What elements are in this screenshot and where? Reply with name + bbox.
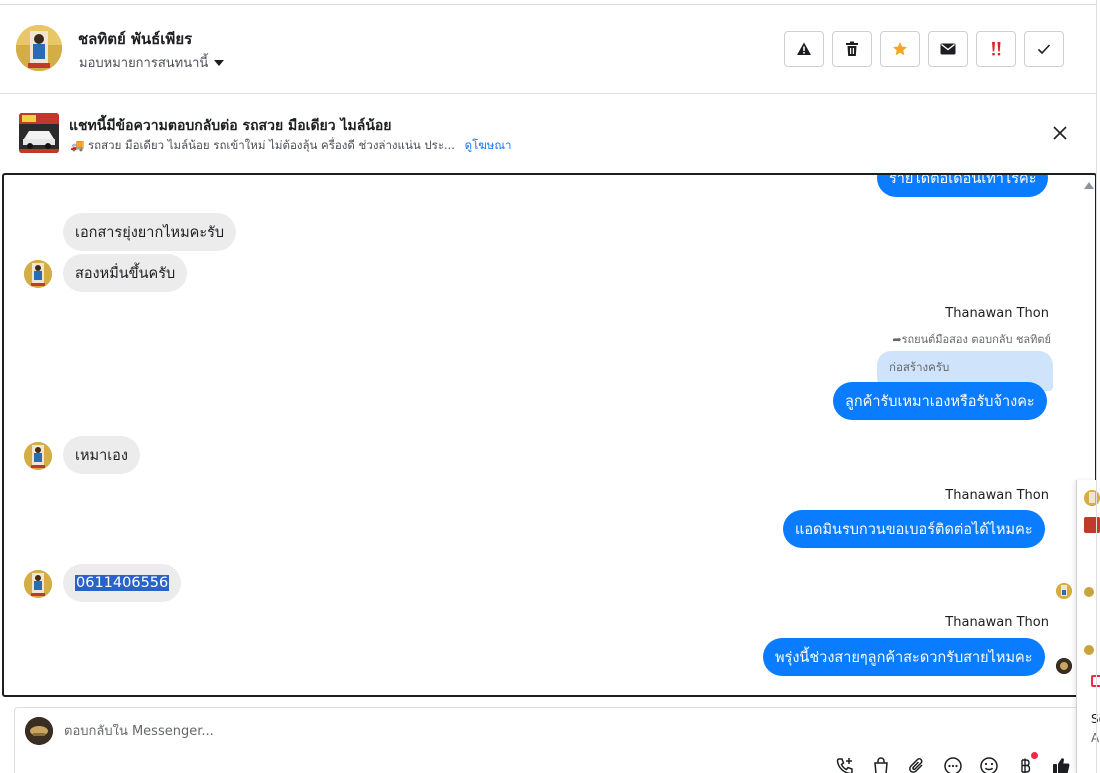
delete-button[interactable] — [832, 31, 872, 67]
message-outgoing[interactable]: รายได้ต่อเดือนเท่าไรคะ — [877, 173, 1049, 197]
message-outgoing[interactable]: ลูกค้ารับเหมาเองหรือรับจ้างคะ — [833, 382, 1047, 420]
call-add-icon — [836, 758, 853, 773]
contact-avatar[interactable] — [16, 25, 62, 71]
contact-avatar-small — [24, 570, 52, 598]
sender-name: Thanawan Thon — [945, 615, 1049, 630]
message-incoming-phone[interactable]: 0611406556 — [63, 564, 182, 602]
trash-icon — [846, 41, 858, 56]
message-text: แอดมินรบกวนขอเบอร์ติดต่อได้ไหมคะ — [795, 521, 1033, 538]
contact-name[interactable]: ชลทิตย์ พันธ์เพียร — [78, 27, 192, 51]
mail-icon — [940, 43, 956, 55]
reply-note-text: รถยนต์มือสอง ตอบกลับ ชลทิตย์ — [901, 333, 1051, 346]
report-button[interactable] — [784, 31, 824, 67]
star-button[interactable] — [880, 31, 920, 67]
scroll-up-arrow-icon[interactable] — [1084, 182, 1094, 189]
close-icon — [1053, 126, 1067, 140]
like-button[interactable] — [1051, 756, 1071, 773]
message-outgoing[interactable]: พรุ่งนี้ช่วงสายๆลูกค้าสะดวกรับสายไหมคะ — [763, 638, 1045, 676]
page-avatar-read-receipt — [1056, 658, 1072, 674]
page-avatar — [25, 717, 53, 745]
assign-label: มอบหมายการสนทนานี้ — [79, 56, 209, 71]
star-icon — [893, 42, 907, 56]
message-incoming[interactable]: เหมาเอง — [63, 436, 140, 474]
assign-conversation-dropdown[interactable]: มอบหมายการสนทนานี้ — [79, 52, 225, 73]
ad-description: 🚚 รถสวย มือเดียว ไมล์น้อย รถเข้าใหม่ ไม่… — [70, 138, 455, 152]
conversation-actions — [784, 31, 1064, 67]
close-banner-button[interactable] — [1050, 123, 1070, 143]
saved-replies-button[interactable] — [943, 756, 963, 773]
mark-unread-button[interactable] — [928, 31, 968, 67]
caret-down-icon — [214, 60, 225, 66]
check-icon — [1037, 44, 1051, 55]
message-text: เอกสารยุ่งยากไหมคะรับ — [75, 224, 225, 241]
message-incoming[interactable]: เอกสารยุ่งยากไหมคะรับ — [63, 213, 237, 251]
contact-avatar-small — [24, 442, 52, 470]
payment-button[interactable] — [1015, 752, 1038, 773]
shop-button[interactable] — [871, 756, 891, 773]
phone-number-selected[interactable]: 0611406556 — [75, 575, 170, 591]
warning-icon — [797, 42, 811, 55]
thread-thumbnail — [1084, 517, 1100, 533]
messenger-inbox: ชลทิตย์ พันธ์เพียร มอบหมายการสนทนานี้ แช… — [0, 0, 1100, 773]
thread-avatar — [1084, 645, 1094, 655]
seen-avatar — [1056, 583, 1072, 599]
thread-avatar — [1084, 490, 1100, 506]
ellipsis-bubble-icon — [944, 757, 962, 773]
spam-icon — [992, 42, 1001, 56]
quoted-text: ก่อสร้างครับ — [889, 360, 950, 374]
message-text: สองหมื่นขึ้นครับ — [75, 265, 176, 282]
ad-thumbnail[interactable] — [19, 113, 59, 153]
mark-done-button[interactable] — [1024, 31, 1064, 67]
message-text: พรุ่งนี้ช่วงสายๆลูกค้าสะดวกรับสายไหมคะ — [775, 649, 1033, 666]
right-divider — [1096, 0, 1097, 773]
paperclip-icon — [909, 758, 923, 773]
message-text: เหมาเอง — [75, 447, 128, 464]
ad-title: แชทนี้มีข้อความตอบกลับต่อ รถสวย มือเดียว… — [69, 118, 392, 134]
ad-subtitle: 🚚 รถสวย มือเดียว ไมล์น้อย รถเข้าใหม่ ไม่… — [70, 137, 512, 155]
message-thread[interactable]: รายได้ต่อเดือนเท่าไรคะ เอกสารยุ่งยากไหมค… — [2, 173, 1097, 697]
mark-spam-button[interactable] — [976, 31, 1016, 67]
contact-avatar-small — [24, 260, 52, 288]
message-outgoing[interactable]: แอดมินรบกวนขอเบอร์ติดต่อได้ไหมคะ — [783, 510, 1045, 548]
message-text: รายได้ต่อเดือนเท่าไรคะ — [889, 173, 1037, 187]
conversation-header: ชลทิตย์ พันธ์เพียร มอบหมายการสนทนานี้ — [0, 5, 1096, 94]
call-add-button[interactable] — [835, 756, 855, 773]
reply-context: ➦รถยนต์มือสอง ตอบกลับ ชลทิตย์ — [892, 330, 1051, 348]
reply-arrow-icon: ➦ — [892, 333, 902, 346]
emoji-icon — [980, 757, 998, 773]
reply-input[interactable] — [64, 724, 764, 739]
attach-button[interactable] — [907, 756, 927, 773]
composer-tools — [835, 752, 1071, 773]
message-text: ลูกค้ารับเหมาเองหรือรับจ้างคะ — [845, 393, 1035, 410]
sender-name: Thanawan Thon — [945, 488, 1049, 503]
sender-name: Thanawan Thon — [945, 306, 1049, 321]
thumbs-up-icon — [1053, 758, 1070, 773]
shopping-bag-icon — [874, 757, 888, 773]
view-ad-link[interactable]: ดูโฆษณา — [465, 138, 512, 152]
ad-reply-banner: แชทนี้มีข้อความตอบกลับต่อ รถสวย มือเดียว… — [0, 95, 1096, 173]
emoji-button[interactable] — [979, 756, 999, 773]
notification-dot — [1031, 752, 1038, 759]
message-incoming[interactable]: สองหมื่นขึ้นครับ — [63, 254, 188, 292]
thread-avatar — [1084, 587, 1094, 597]
message-composer — [14, 707, 1086, 773]
